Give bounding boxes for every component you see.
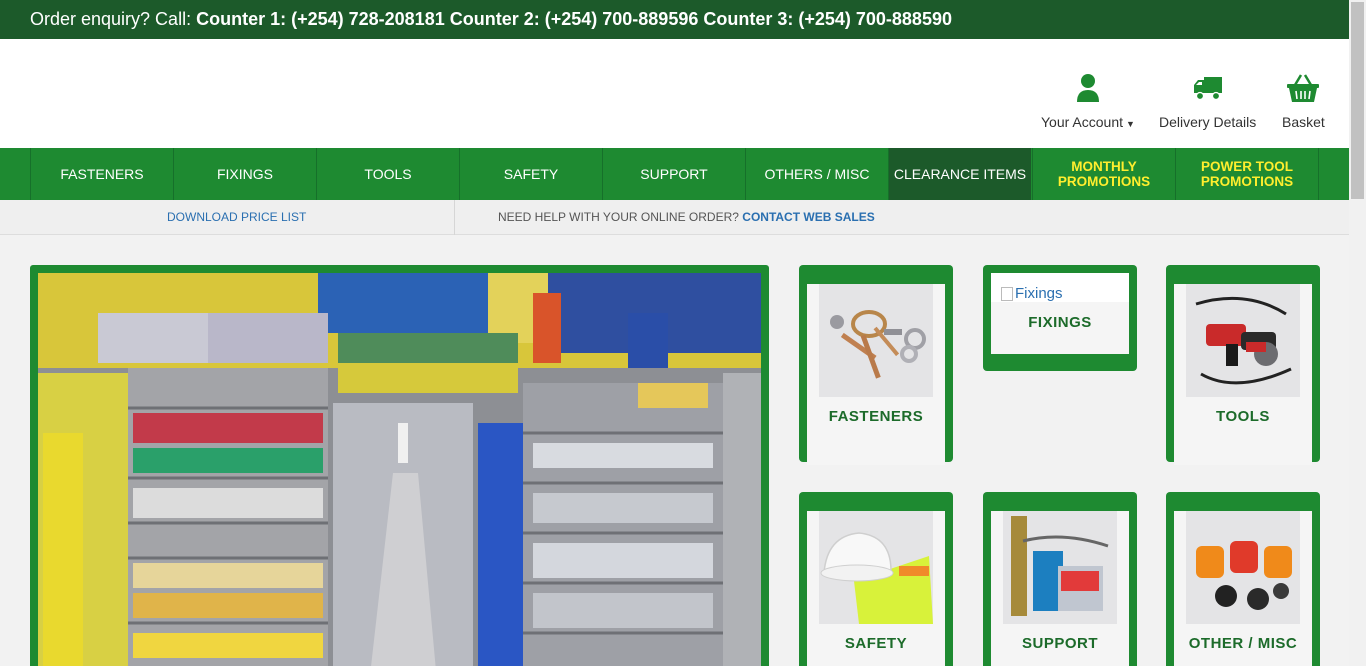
- category-card-fasteners[interactable]: FASTENERS: [799, 265, 953, 465]
- nav-others-misc[interactable]: OTHERS / MISC: [745, 148, 888, 200]
- category-card-other-misc[interactable]: OTHER / MISC: [1166, 492, 1320, 666]
- site-header: Your Account ▼ Delivery Details Basket: [0, 39, 1349, 148]
- nav-clearance-items[interactable]: CLEARANCE ITEMS: [888, 148, 1031, 200]
- hero-banner[interactable]: [30, 265, 769, 666]
- category-label-fasteners: FASTENERS: [828, 408, 924, 425]
- category-label-tools: TOOLS: [1216, 408, 1270, 425]
- nav-divider: [1318, 148, 1319, 200]
- category-label-fixings: FIXINGS: [1028, 314, 1092, 331]
- your-account-button[interactable]: Your Account ▼: [1041, 73, 1135, 130]
- fasteners-thumbnail: [819, 284, 933, 397]
- fixings-alt-text: Fixings: [1015, 285, 1063, 302]
- info-bar: DOWNLOAD PRICE LIST NEED HELP WITH YOUR …: [0, 200, 1349, 235]
- broken-image-icon: [1001, 286, 1013, 301]
- tools-thumbnail: [1186, 284, 1300, 397]
- order-enquiry-label: Order enquiry? Call:: [30, 9, 192, 29]
- scrollbar-thumb[interactable]: [1351, 2, 1364, 199]
- help-text: NEED HELP WITH YOUR ONLINE ORDER?: [498, 210, 739, 224]
- nav-monthly-promotions[interactable]: MONTHLY PROMOTIONS: [1032, 148, 1175, 200]
- basket-button[interactable]: Basket: [1282, 73, 1325, 130]
- delivery-details-button[interactable]: Delivery Details: [1159, 73, 1256, 130]
- counter-phone-numbers[interactable]: Counter 1: (+254) 728-208181 Counter 2: …: [196, 9, 952, 29]
- main-navigation: FASTENERS FIXINGS TOOLS SAFETY SUPPORT O…: [0, 148, 1349, 200]
- safety-thumbnail: [819, 511, 933, 624]
- nav-power-tool-promotions[interactable]: POWER TOOL PROMOTIONS: [1175, 148, 1318, 200]
- basket-label: Basket: [1282, 114, 1325, 130]
- basket-icon: [1287, 74, 1320, 102]
- category-card-tools[interactable]: TOOLS: [1166, 265, 1320, 465]
- fixings-image-placeholder: Fixings: [991, 273, 1129, 302]
- delivery-details-label: Delivery Details: [1159, 114, 1257, 130]
- online-order-help: NEED HELP WITH YOUR ONLINE ORDER? CONTAC…: [498, 210, 875, 224]
- warehouse-store-image: [38, 273, 761, 666]
- support-thumbnail: [1003, 511, 1117, 624]
- info-bar-divider: [454, 200, 455, 235]
- category-label-support: SUPPORT: [1021, 635, 1098, 652]
- order-enquiry-bar: Order enquiry? Call: Counter 1: (+254) 7…: [0, 0, 1349, 39]
- other-misc-thumbnail: [1186, 511, 1300, 624]
- category-label-safety: SAFETY: [844, 635, 908, 652]
- category-label-other-misc: OTHER / MISC: [1188, 635, 1298, 652]
- page-scrollbar[interactable]: [1349, 0, 1366, 666]
- category-card-safety[interactable]: SAFETY: [799, 492, 953, 666]
- chevron-down-icon: ▼: [1126, 119, 1135, 129]
- nav-fixings[interactable]: FIXINGS: [173, 148, 316, 200]
- nav-fasteners[interactable]: FASTENERS: [30, 148, 173, 200]
- contact-web-sales-link[interactable]: CONTACT WEB SALES: [742, 210, 874, 224]
- nav-safety[interactable]: SAFETY: [459, 148, 602, 200]
- download-price-list-link[interactable]: DOWNLOAD PRICE LIST: [167, 210, 306, 224]
- user-icon: [1076, 74, 1099, 102]
- category-card-support[interactable]: SUPPORT: [983, 492, 1137, 666]
- nav-tools[interactable]: TOOLS: [316, 148, 459, 200]
- nav-support[interactable]: SUPPORT: [602, 148, 745, 200]
- truck-icon: [1193, 77, 1222, 101]
- your-account-label: Your Account: [1041, 114, 1123, 130]
- category-card-fixings[interactable]: Fixings FIXINGS: [983, 265, 1137, 371]
- fixings-caption-box: FIXINGS: [991, 302, 1129, 354]
